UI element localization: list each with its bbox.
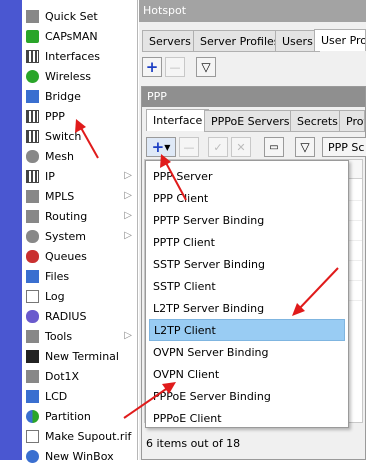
submenu-arrow-icon: ▷ [124,230,132,241]
menu-item-ppp-server[interactable]: PPP Server [149,165,345,187]
menu-item-pptp-server-binding[interactable]: PPTP Server Binding [149,209,345,231]
mpls-icon [26,189,39,203]
filter-icon: ▽ [300,140,310,154]
menu-item-new-winbox[interactable]: New WinBox [22,446,137,466]
menu-item-system[interactable]: System ▷ [22,226,137,246]
menu-item-sstp-server-binding[interactable]: SSTP Server Binding [149,253,345,275]
hotspot-title: Hotspot [143,4,187,17]
menu-item-tools[interactable]: Tools ▷ [22,326,137,346]
interfaces-icon [26,49,39,63]
menu-item-new-terminal[interactable]: New Terminal [22,346,137,366]
disable-button[interactable]: ✕ [231,137,251,157]
menu-item-pppoe-server-binding[interactable]: PPPoE Server Binding [149,385,345,407]
add-interface-dropdown: PPP Server PPP Client PPTP Server Bindin… [145,160,349,428]
lcd-icon [26,389,39,403]
wand-icon [26,9,39,23]
menu-item-l2tp-client[interactable]: L2TP Client [149,319,345,341]
submenu-arrow-icon: ▷ [124,210,132,221]
menu-item-partition[interactable]: Partition [22,406,137,426]
tab-profiles[interactable]: Profi [339,110,365,132]
filter-icon: ▽ [201,60,211,74]
menu-item-ip[interactable]: IP ▷ [22,166,137,186]
winbox-icon [26,449,39,463]
submenu-arrow-icon: ▷ [124,190,132,201]
ppp-title-bar[interactable]: PPP [142,87,365,107]
status-text: 6 items out of 18 [146,437,241,450]
menu-item-routing[interactable]: Routing ▷ [22,206,137,226]
menu-item-pptp-client[interactable]: PPTP Client [149,231,345,253]
menu-item-sstp-client[interactable]: SSTP Client [149,275,345,297]
menu-item-ppp[interactable]: PPP [22,106,137,126]
wireless-icon [26,69,39,83]
minus-icon: — [169,60,181,74]
files-icon [26,269,39,283]
plus-icon: + [145,57,159,76]
ppp-icon [26,109,39,123]
wifi-icon [26,29,39,43]
plus-icon: + [151,137,165,156]
partition-icon [26,409,39,423]
ppp-scanner-button[interactable]: PPP Sc [322,137,366,157]
routing-icon [26,209,39,223]
menu-item-lcd[interactable]: LCD [22,386,137,406]
terminal-icon [26,349,39,363]
tab-interface[interactable]: Interface [146,109,210,131]
switch-icon [26,129,39,143]
tab-user-profiles[interactable]: User Profi [314,29,366,51]
menu-item-dot1x[interactable]: Dot1X [22,366,137,386]
bridge-icon [26,89,39,103]
menu-item-queues[interactable]: Queues [22,246,137,266]
remove-button[interactable]: — [165,57,185,77]
check-icon: ✓ [213,140,223,154]
menu-item-ovpn-server-binding[interactable]: OVPN Server Binding [149,341,345,363]
enable-button[interactable]: ✓ [208,137,228,157]
menu-item-l2tp-server-binding[interactable]: L2TP Server Binding [149,297,345,319]
side-strip [0,0,22,460]
menu-item-log[interactable]: Log [22,286,137,306]
menu-item-ovpn-client[interactable]: OVPN Client [149,363,345,385]
submenu-arrow-icon: ▷ [124,170,132,181]
minus-icon: — [183,140,195,154]
filter-button[interactable]: ▽ [196,57,216,77]
tab-servers[interactable]: Servers [142,30,198,52]
comment-icon: ▭ [269,141,279,153]
remove-button[interactable]: — [179,137,199,157]
menu-item-bridge[interactable]: Bridge [22,86,137,106]
supout-icon [26,429,39,443]
menu-item-capsman[interactable]: CAPsMAN [22,26,137,46]
tab-pppoe-servers[interactable]: PPPoE Servers [204,110,297,132]
menu-item-ppp-client[interactable]: PPP Client [149,187,345,209]
ppp-title: PPP [147,90,167,103]
radius-icon [26,309,39,323]
main-menu: Quick Set CAPsMAN Interfaces Wireless Br… [22,0,138,463]
menu-item-mesh[interactable]: Mesh [22,146,137,166]
menu-item-files[interactable]: Files [22,266,137,286]
menu-item-radius[interactable]: RADIUS [22,306,137,326]
menu-item-interfaces[interactable]: Interfaces [22,46,137,66]
ip-icon [26,169,39,183]
log-icon [26,289,39,303]
menu-item-quick-set[interactable]: Quick Set [22,6,137,26]
system-icon [26,229,39,243]
menu-item-switch[interactable]: Switch [22,126,137,146]
add-dropdown-button[interactable]: + ▼ [146,137,176,157]
tab-server-profiles[interactable]: Server Profiles [193,30,287,52]
add-button[interactable]: + [142,57,162,77]
hotspot-title-bar[interactable]: Hotspot [139,0,366,22]
tools-icon [26,329,39,343]
menu-item-mpls[interactable]: MPLS ▷ [22,186,137,206]
comment-button[interactable]: ▭ [264,137,284,157]
menu-item-pppoe-client[interactable]: PPPoE Client [149,407,345,429]
submenu-arrow-icon: ▷ [124,330,132,341]
queues-icon [26,249,39,263]
menu-item-make-supout[interactable]: Make Supout.rif [22,426,137,446]
tab-secrets[interactable]: Secrets [290,110,345,132]
filter-button[interactable]: ▽ [295,137,315,157]
dropdown-arrow-icon: ▼ [164,142,171,152]
mesh-icon [26,149,39,163]
menu-item-wireless[interactable]: Wireless [22,66,137,86]
cross-icon: ✕ [236,140,246,154]
dot1x-icon [26,369,39,383]
